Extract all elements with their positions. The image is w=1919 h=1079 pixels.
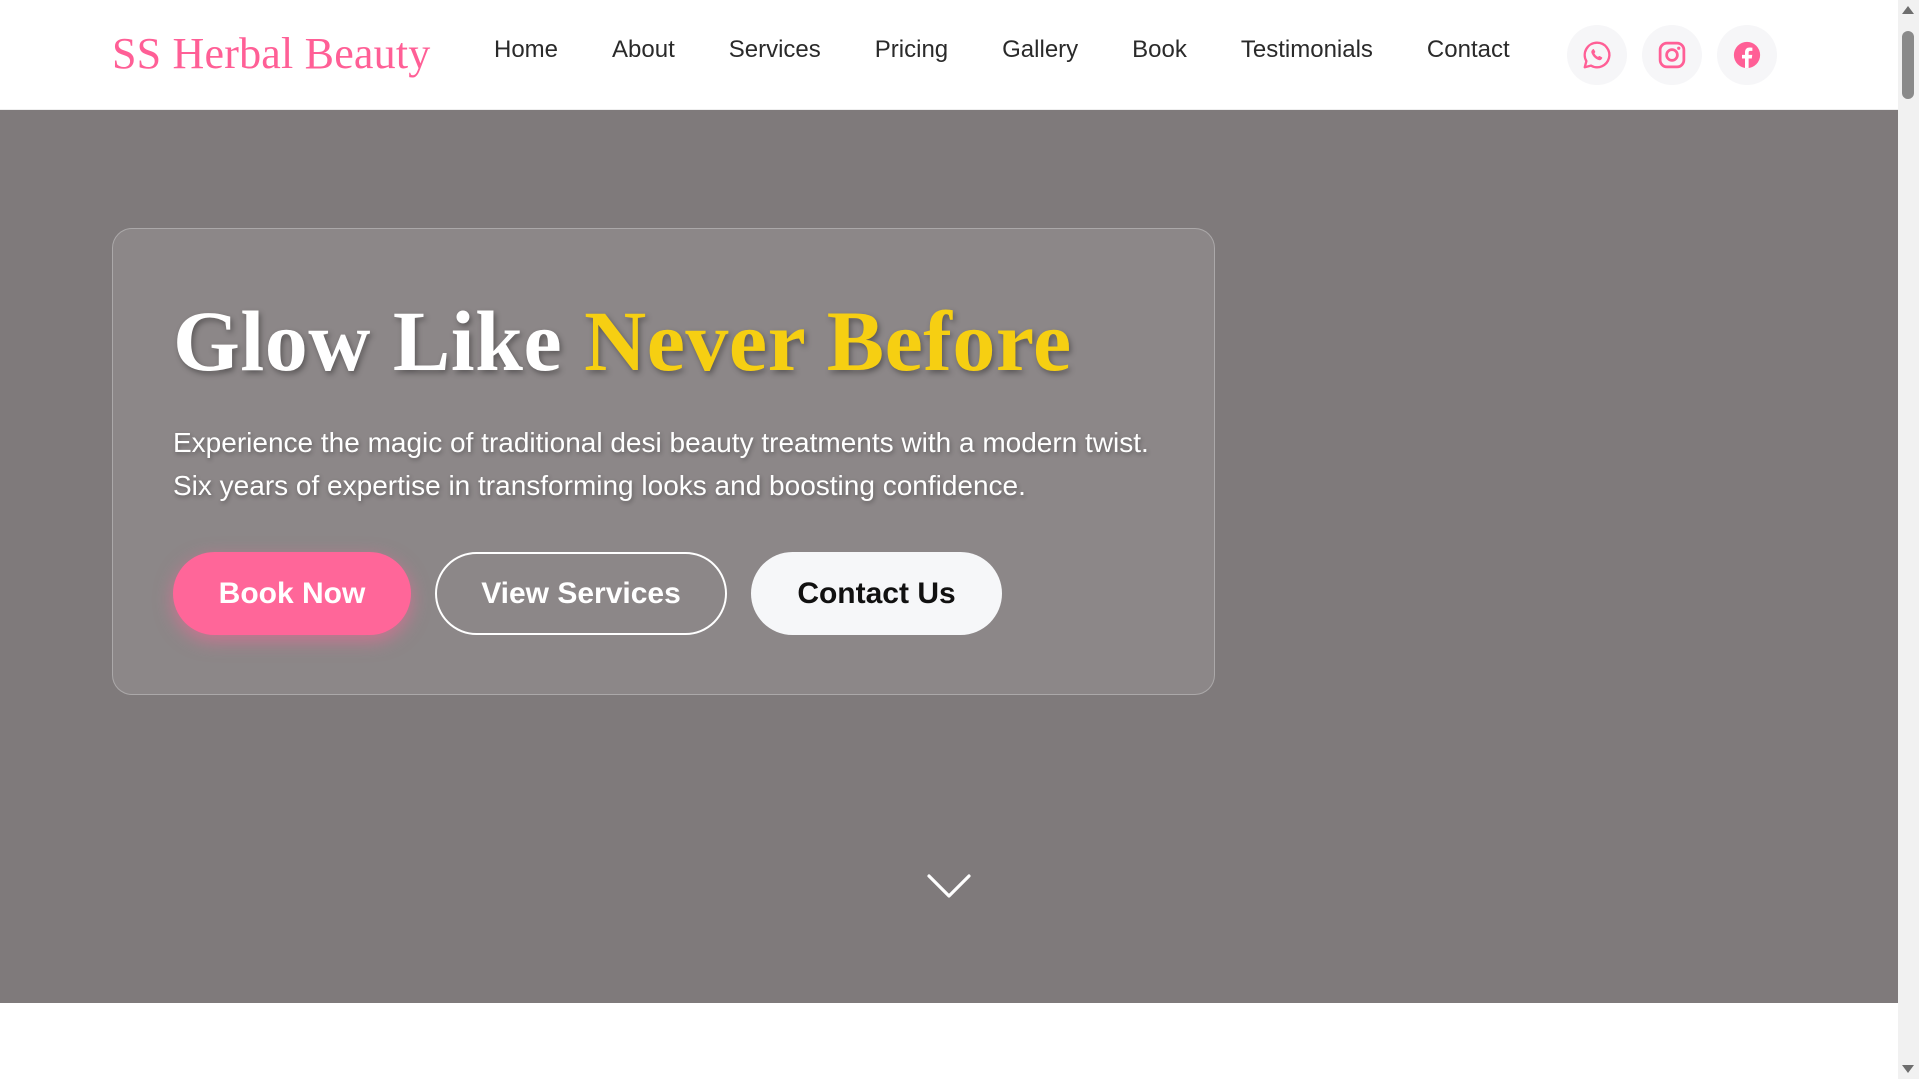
view-services-button[interactable]: View Services — [435, 552, 727, 635]
scroll-down-arrow-icon[interactable] — [1902, 1065, 1914, 1073]
site-header: SS Herbal Beauty Home About Services Pri… — [0, 0, 1898, 110]
instagram-button[interactable] — [1642, 25, 1702, 85]
page-scrollbar[interactable] — [1898, 0, 1919, 1079]
brand-logo[interactable]: SS Herbal Beauty — [112, 28, 430, 79]
chevron-down-icon[interactable] — [926, 872, 972, 902]
hero-subtitle: Experience the magic of traditional desi… — [173, 427, 1149, 501]
hero-title-plain: Glow Like — [173, 293, 585, 389]
nav-contact[interactable]: Contact — [1427, 36, 1510, 64]
whatsapp-icon — [1583, 41, 1611, 69]
hero-card: Glow Like Never Before Experience the ma… — [112, 228, 1215, 695]
nav-about[interactable]: About — [612, 36, 675, 64]
nav-testimonials[interactable]: Testimonials — [1241, 36, 1373, 64]
instagram-icon — [1658, 41, 1686, 69]
page: SS Herbal Beauty Home About Services Pri… — [0, 0, 1919, 1079]
nav-gallery[interactable]: Gallery — [1002, 36, 1078, 64]
scroll-up-arrow-icon[interactable] — [1902, 6, 1914, 14]
whatsapp-button[interactable] — [1567, 25, 1627, 85]
contact-us-button[interactable]: Contact Us — [751, 552, 1002, 635]
hero-title: Glow Like Never Before — [173, 291, 1072, 391]
hero-title-highlight: Never Before — [584, 293, 1072, 389]
hero-section: Glow Like Never Before Experience the ma… — [0, 110, 1898, 1003]
nav-book[interactable]: Book — [1132, 36, 1187, 64]
scroll-thumb[interactable] — [1902, 31, 1914, 99]
nav-services[interactable]: Services — [729, 36, 821, 64]
facebook-button[interactable] — [1717, 25, 1777, 85]
nav-pricing[interactable]: Pricing — [875, 36, 948, 64]
book-now-button[interactable]: Book Now — [173, 552, 411, 635]
main-nav: Home About Services Pricing Gallery Book… — [494, 36, 1564, 64]
facebook-icon — [1733, 41, 1761, 69]
nav-home[interactable]: Home — [494, 36, 558, 64]
social-links — [1567, 25, 1777, 85]
